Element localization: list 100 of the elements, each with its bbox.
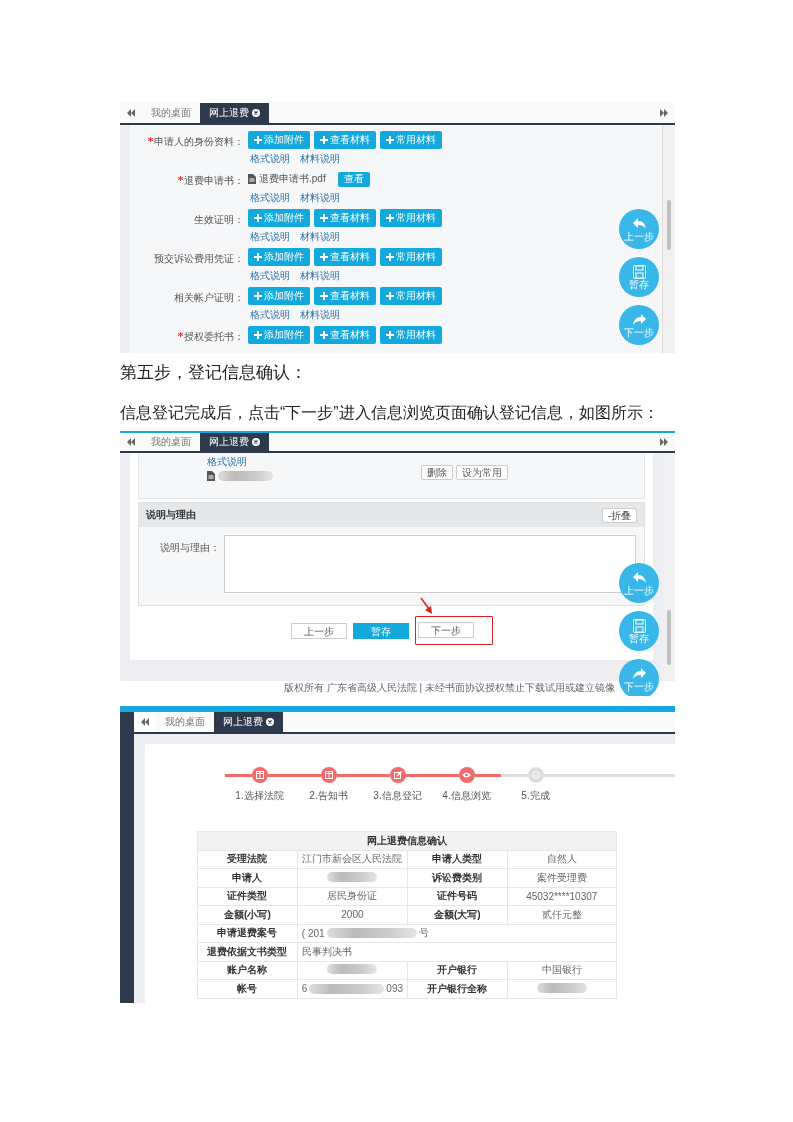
save-icon (631, 264, 647, 279)
plus-icon (386, 214, 394, 222)
plus-icon (254, 214, 262, 222)
blurred-text (536, 982, 587, 993)
tab[interactable]: 我的桌面 (156, 712, 214, 732)
file-action-button[interactable]: 删除 (421, 465, 453, 480)
upload-button[interactable]: 常用材料 (380, 287, 442, 305)
field-label: 生效证明： (194, 213, 244, 227)
annotation-arrow (420, 597, 434, 615)
table-cell: 45032****10307 (507, 887, 617, 906)
help-link[interactable]: 格式说明 (250, 230, 290, 244)
tab[interactable]: 我的桌面 (142, 103, 200, 123)
plus-icon (320, 253, 328, 261)
plus-icon (254, 136, 262, 144)
scrollbar[interactable] (663, 453, 675, 681)
scroll-left-icon[interactable] (134, 712, 156, 732)
step-label: 2.告知书 (309, 789, 348, 803)
save-icon (631, 618, 647, 633)
plus-icon (254, 331, 262, 339)
forward-arrow-icon (631, 312, 647, 327)
close-icon[interactable] (252, 438, 260, 446)
plus-icon (320, 214, 328, 222)
forward-arrow-icon (631, 666, 647, 681)
step-label: 5.完成 (521, 789, 550, 803)
table-header-cell: 申请人类型 (407, 850, 507, 869)
collapse-button[interactable]: -折叠 (601, 507, 637, 523)
help-link[interactable]: 材料说明 (300, 308, 340, 322)
plus-icon (386, 331, 394, 339)
upload-button[interactable]: 查看材料 (314, 326, 376, 344)
table-header-cell: 金额(大写) (407, 905, 507, 924)
help-link[interactable]: 材料说明 (300, 191, 340, 205)
file-action-button[interactable]: 设为常用 (456, 465, 508, 480)
table-header-cell: 金额(小写) (197, 905, 298, 924)
upload-button[interactable]: 添加附件 (248, 248, 310, 266)
plus-icon (320, 292, 328, 300)
help-link[interactable]: 材料说明 (300, 230, 340, 244)
table-header-cell: 证件号码 (407, 887, 507, 906)
tab[interactable]: 网上退费 (214, 712, 283, 732)
plus-icon (254, 292, 262, 300)
help-link[interactable]: 格式说明 (250, 152, 290, 166)
table-header-cell: 开户银行全称 (407, 979, 507, 998)
plus-icon (386, 136, 394, 144)
upload-button[interactable]: 常用材料 (380, 248, 442, 266)
footer-text: 版权所有 广东省高级人民法院 | 未经书面协议授权禁止下载试用或建立镜像 (284, 682, 615, 693)
help-link[interactable]: 格式说明 (207, 455, 247, 469)
file-link[interactable]: 退费申请书.pdf (248, 172, 326, 186)
plus-icon (320, 331, 328, 339)
close-icon[interactable] (266, 718, 274, 726)
step-button[interactable]: 下一步 (417, 622, 474, 638)
upload-button[interactable]: 常用材料 (380, 326, 442, 344)
table-cell: ( 201 (301, 927, 325, 939)
table-cell: 案件受理费 (507, 868, 617, 887)
step-button[interactable]: 上一步 (290, 622, 347, 639)
help-link[interactable]: 格式说明 (250, 191, 290, 205)
upload-button[interactable]: 查看材料 (314, 131, 376, 149)
back-arrow-icon (631, 570, 647, 585)
help-link[interactable]: 格式说明 (250, 269, 290, 283)
table-cell: 中国银行 (507, 961, 617, 980)
plus-icon (386, 253, 394, 261)
upload-button[interactable]: 查看材料 (314, 209, 376, 227)
plus-icon (320, 136, 328, 144)
table-cell: 江门市新会区人民法院 (297, 850, 408, 869)
close-icon[interactable] (252, 109, 260, 117)
help-link[interactable]: 材料说明 (300, 152, 340, 166)
upload-button[interactable]: 常用材料 (380, 131, 442, 149)
table-cell: 6 (301, 983, 308, 995)
help-link[interactable]: 材料说明 (300, 269, 340, 283)
table-header-cell: 诉讼费类别 (407, 868, 507, 887)
file-icon (248, 174, 256, 184)
file-icon (207, 471, 215, 481)
field-label: 授权委托书： (184, 330, 244, 344)
tab[interactable]: 我的桌面 (142, 433, 200, 451)
table-header-cell: 受理法院 (197, 850, 298, 869)
upload-button[interactable]: 添加附件 (248, 131, 310, 149)
table-cell: 居民身份证 (297, 887, 408, 906)
step-label: 4.信息浏览 (442, 789, 491, 803)
upload-button[interactable]: 添加附件 (248, 326, 310, 344)
upload-button[interactable]: 常用材料 (380, 209, 442, 227)
scrollbar[interactable] (663, 125, 675, 353)
table-header-cell: 申请人 (197, 868, 298, 887)
upload-button[interactable]: 查看材料 (314, 248, 376, 266)
tab[interactable]: 网上退费 (200, 103, 269, 123)
view-button[interactable]: 查看 (337, 171, 370, 187)
field-label: 说明与理由： (159, 541, 221, 555)
upload-button[interactable]: 添加附件 (248, 287, 310, 305)
tab[interactable]: 网上退费 (200, 433, 269, 451)
table-header-cell: 账户名称 (197, 961, 298, 980)
step-button[interactable]: 暂存 (352, 622, 409, 639)
upload-button[interactable]: 添加附件 (248, 209, 310, 227)
upload-button[interactable]: 查看材料 (314, 287, 376, 305)
back-arrow-icon (631, 216, 647, 231)
field-label: 相关帐户证明： (174, 291, 244, 305)
table-cell: 民事判决书 (297, 942, 617, 961)
field-label: 退费申请书： (184, 174, 244, 188)
help-link[interactable]: 格式说明 (250, 308, 290, 322)
plus-icon (254, 253, 262, 261)
blurred-text (218, 471, 273, 481)
table-header-cell: 证件类型 (197, 887, 298, 906)
step-heading: 第五步，登记信息确认： (120, 362, 308, 384)
blurred-text (327, 964, 378, 975)
